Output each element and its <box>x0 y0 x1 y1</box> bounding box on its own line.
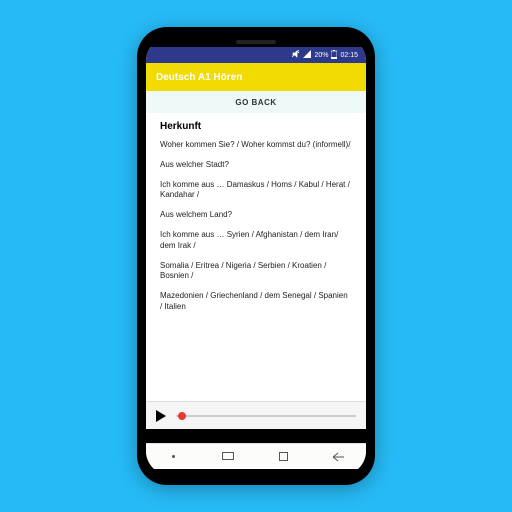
progress-thumb[interactable] <box>178 412 186 420</box>
battery-icon <box>331 50 337 61</box>
status-icons: 20% 02:15 <box>292 50 358 61</box>
nav-home-icon[interactable] <box>278 451 290 463</box>
content-paragraph: Somalia / Eritrea / Nigeria / Serbien / … <box>160 261 352 283</box>
content-paragraph: Ich komme aus … Damaskus / Homs / Kabul … <box>160 180 352 202</box>
nav-menu-icon[interactable] <box>168 451 180 463</box>
app-bar: Deutsch A1 Hören <box>146 63 366 91</box>
content-paragraph: Aus welchem Land? <box>160 210 352 221</box>
signal-icon <box>303 50 311 60</box>
screen: 20% 02:15 Deutsch A1 Hören GO BACK Herku… <box>146 47 366 469</box>
mute-icon <box>292 50 300 60</box>
nav-recent-icon[interactable] <box>223 451 235 463</box>
home-indicator <box>146 469 366 475</box>
content-paragraph: Aus welcher Stadt? <box>160 160 352 171</box>
battery-text: 20% <box>314 52 328 59</box>
content-paragraph: Ich komme aus … Syrien / Afghanistan / d… <box>160 230 352 252</box>
app-title: Deutsch A1 Hören <box>156 72 242 83</box>
content-paragraph: Mazedonien / Griechenland / dem Senegal … <box>160 291 352 313</box>
content-area: Herkunft Woher kommen Sie? / Woher komms… <box>146 113 366 401</box>
clock-text: 02:15 <box>340 52 358 59</box>
system-nav-bar <box>146 443 366 469</box>
black-strip <box>146 429 366 443</box>
go-back-label: GO BACK <box>235 98 276 107</box>
status-bar: 20% 02:15 <box>146 47 366 63</box>
phone-inner: 20% 02:15 Deutsch A1 Hören GO BACK Herku… <box>146 37 366 475</box>
phone-frame: 20% 02:15 Deutsch A1 Hören GO BACK Herku… <box>137 27 375 485</box>
content-paragraph: Woher kommen Sie? / Woher kommst du? (in… <box>160 140 352 151</box>
phone-speaker <box>236 40 276 44</box>
nav-back-icon[interactable] <box>333 451 345 463</box>
progress-track[interactable] <box>176 415 356 417</box>
audio-player <box>146 401 366 429</box>
content-heading: Herkunft <box>160 121 352 132</box>
go-back-button[interactable]: GO BACK <box>146 91 366 113</box>
play-icon[interactable] <box>156 410 166 422</box>
